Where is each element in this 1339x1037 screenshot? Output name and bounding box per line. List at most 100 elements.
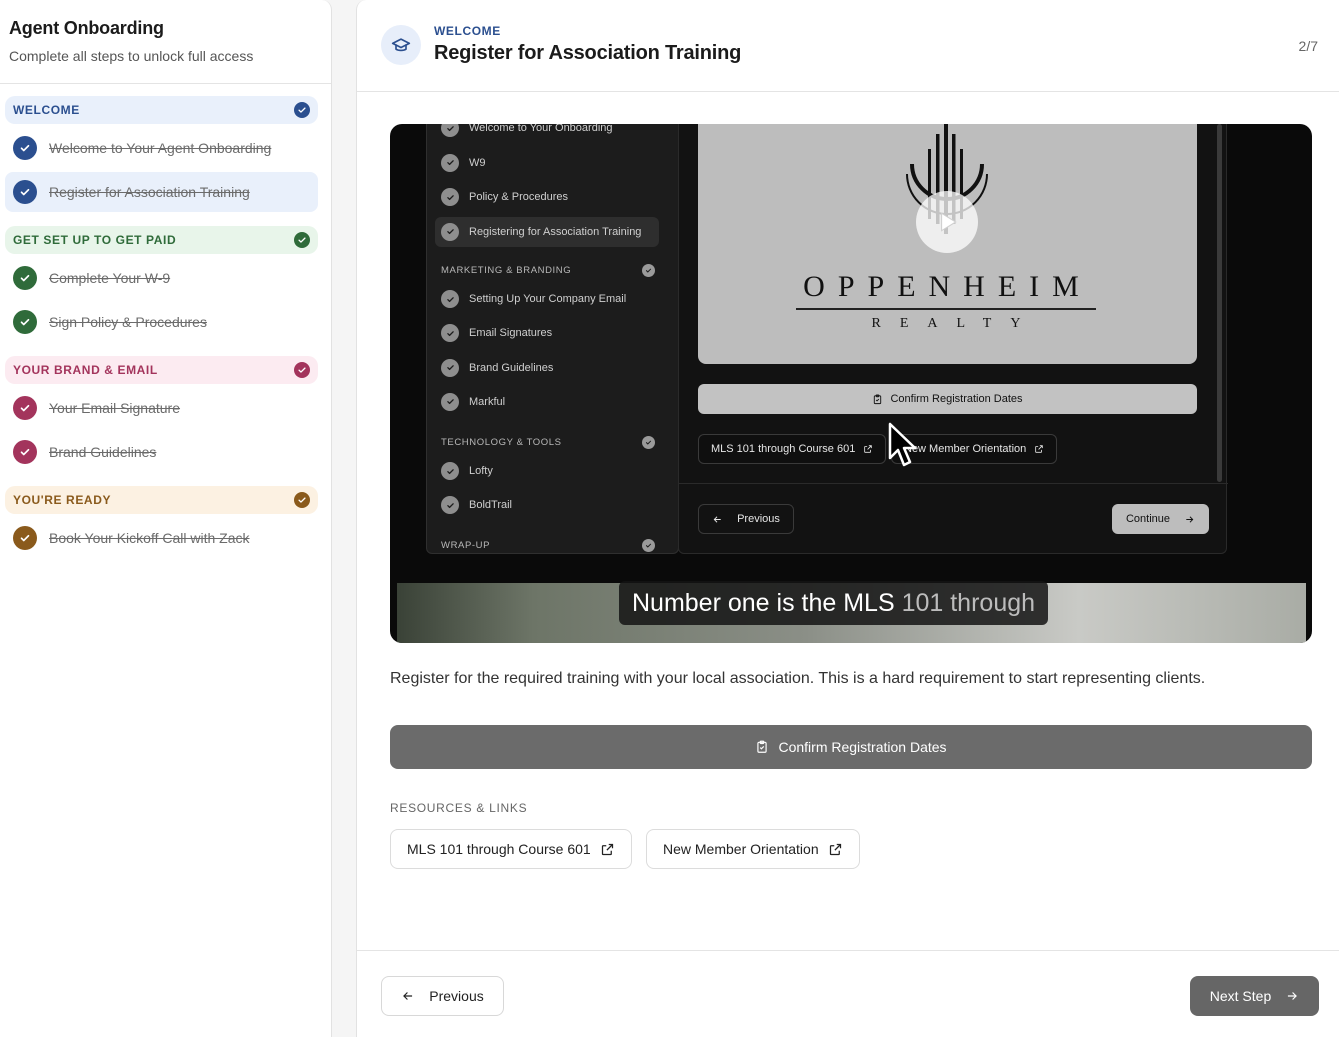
video-sidebar-row-label: Brand Guidelines	[469, 361, 554, 374]
check-icon	[441, 153, 459, 172]
section-header[interactable]: YOUR BRAND & EMAIL	[5, 356, 318, 384]
brand-name: OPPENHEIM	[803, 270, 1092, 303]
step-complete-check-icon	[13, 440, 37, 464]
section-complete-check-icon	[294, 102, 310, 118]
next-step-label: Next Step	[1209, 988, 1272, 1004]
training-video[interactable]: Welcome to Your Onboarding W9 Policy & Pro…	[390, 124, 1312, 643]
sidebar-step-item[interactable]: Your Email Signature	[5, 388, 318, 428]
video-continue-label: Continue	[1125, 513, 1171, 525]
check-icon	[441, 324, 459, 343]
sidebar-step-label: Welcome to Your Agent Onboarding	[49, 140, 272, 156]
main-panel: WELCOME Register for Association Trainin…	[356, 0, 1339, 1037]
video-sidebar-row: Brand Guidelines	[435, 353, 659, 383]
section-complete-check-icon	[294, 362, 310, 378]
caption-upcoming-text: 101 through	[901, 588, 1036, 617]
video-sidebar-row: Markful	[435, 387, 659, 417]
video-link-mls[interactable]: MLS 101 through Course 601	[698, 434, 887, 464]
sidebar-step-item[interactable]: Book Your Kickoff Call with Zack	[5, 518, 318, 558]
check-icon	[441, 222, 459, 241]
video-sidebar-row-label: Policy & Procedures	[469, 191, 569, 203]
sidebar-step-item[interactable]: Register for Association Training	[5, 172, 318, 212]
previous-button[interactable]: Previous	[381, 976, 504, 1016]
check-icon	[441, 496, 459, 515]
video-sidebar-row: Policy & Procedures	[435, 182, 659, 212]
resource-link-orientation[interactable]: New Member Orientation	[646, 829, 860, 869]
play-button[interactable]	[916, 191, 978, 253]
arrow-right-icon	[1288, 992, 1298, 1000]
previous-label: Previous	[429, 988, 484, 1004]
step-description: Register for the required training with …	[390, 670, 1206, 687]
video-previous-button[interactable]: Previous	[698, 504, 794, 534]
video-sidebar-section-label: TECHNOLOGY & TOOLS	[441, 437, 562, 448]
next-step-button[interactable]: Next Step	[1190, 976, 1319, 1016]
section-kicker: WELCOME	[434, 24, 501, 38]
video-sidebar-section-label: WRAP-UP	[441, 540, 491, 551]
graduation-cap-icon	[381, 25, 421, 65]
resource-link-orientation-label: New Member Orientation	[663, 841, 819, 857]
brand-subtitle: REALTY	[871, 316, 1040, 331]
video-sidebar-row-label: Email Signatures	[469, 327, 553, 340]
video-sidebar-row-label: Markful	[469, 395, 506, 408]
onboarding-sidebar: Agent Onboarding Complete all steps to u…	[0, 0, 332, 1037]
section-complete-check-icon	[294, 232, 310, 248]
confirm-registration-button[interactable]: Confirm Registration Dates	[390, 725, 1312, 769]
arrow-left-icon	[403, 992, 413, 1000]
clipboard-check-icon	[757, 740, 768, 753]
sidebar-step-item[interactable]: Welcome to Your Agent Onboarding	[5, 128, 318, 168]
video-sidebar-row: Welcome to Your Onboarding	[435, 124, 659, 143]
section-header[interactable]: GET SET UP TO GET PAID	[5, 226, 318, 254]
resource-link-mls[interactable]: MLS 101 through Course 601	[390, 829, 632, 869]
video-sidebar-row: W9	[435, 148, 659, 178]
check-icon	[441, 462, 459, 480]
step-complete-check-icon	[13, 266, 37, 290]
check-icon	[441, 124, 459, 137]
video-panel-scrollbar	[1217, 124, 1222, 482]
check-icon	[642, 264, 655, 277]
sidebar-sections: WELCOME Welcome to Your Agent Onboarding R…	[0, 84, 331, 558]
oppenheim-logo: OPPENHEIM REALTY	[698, 124, 1197, 364]
step-complete-check-icon	[13, 526, 37, 550]
sidebar-step-label: Book Your Kickoff Call with Zack	[49, 530, 250, 546]
sidebar-step-item[interactable]: Complete Your W-9	[5, 258, 318, 298]
mouse-cursor-icon	[888, 422, 917, 467]
check-icon	[441, 188, 459, 206]
video-sidebar-row-label: Welcome to Your Onboarding	[469, 124, 613, 134]
video-sidebar-section: TECHNOLOGY & TOOLS	[441, 436, 655, 449]
sidebar-step-label: Brand Guidelines	[49, 444, 157, 460]
section-header[interactable]: YOU'RE READY	[5, 486, 318, 514]
sidebar-step-item[interactable]: Brand Guidelines	[5, 432, 318, 472]
step-complete-check-icon	[13, 310, 37, 334]
video-sidebar-row-label: Registering for Association Training	[469, 225, 642, 238]
external-link-icon	[864, 445, 873, 453]
arrow-left-icon	[713, 515, 721, 523]
step-complete-check-icon	[13, 136, 37, 160]
video-link-orientation-label: New Member Orientation	[904, 443, 1027, 455]
external-link-icon	[1035, 445, 1044, 453]
video-sidebar-section-label: MARKETING & BRANDING	[441, 265, 572, 276]
page-title: Register for Association Training	[434, 42, 742, 64]
video-sidebar-row: Email Signatures	[435, 318, 659, 348]
sidebar-step-item[interactable]: Sign Policy & Procedures	[5, 302, 318, 342]
sidebar-step-label: Your Email Signature	[49, 400, 181, 416]
confirm-registration-label: Confirm Registration Dates	[778, 739, 947, 755]
video-confirm-button[interactable]: Confirm Registration Dates	[698, 384, 1197, 414]
sidebar-step-label: Sign Policy & Procedures	[49, 314, 207, 330]
sidebar-header: Agent Onboarding Complete all steps to u…	[0, 0, 331, 84]
video-confirm-label: Confirm Registration Dates	[890, 393, 1023, 405]
step-counter: 2/7	[1298, 38, 1318, 54]
video-sidebar-section: MARKETING & BRANDING	[441, 264, 655, 277]
section-label: YOU'RE READY	[13, 493, 112, 507]
step-complete-check-icon	[13, 180, 37, 204]
section-label: YOUR BRAND & EMAIL	[13, 363, 158, 377]
video-continue-button[interactable]: Continue	[1112, 504, 1209, 534]
video-caption: Number one is the MLS 101 through	[619, 581, 1049, 625]
external-link-icon	[829, 843, 841, 855]
clipboard-icon	[874, 393, 882, 404]
video-link-mls-label: MLS 101 through Course 601	[711, 443, 856, 455]
section-label: WELCOME	[13, 103, 80, 117]
section-header[interactable]: WELCOME	[5, 96, 318, 124]
video-sidebar-row-label: Lofty	[469, 465, 493, 477]
